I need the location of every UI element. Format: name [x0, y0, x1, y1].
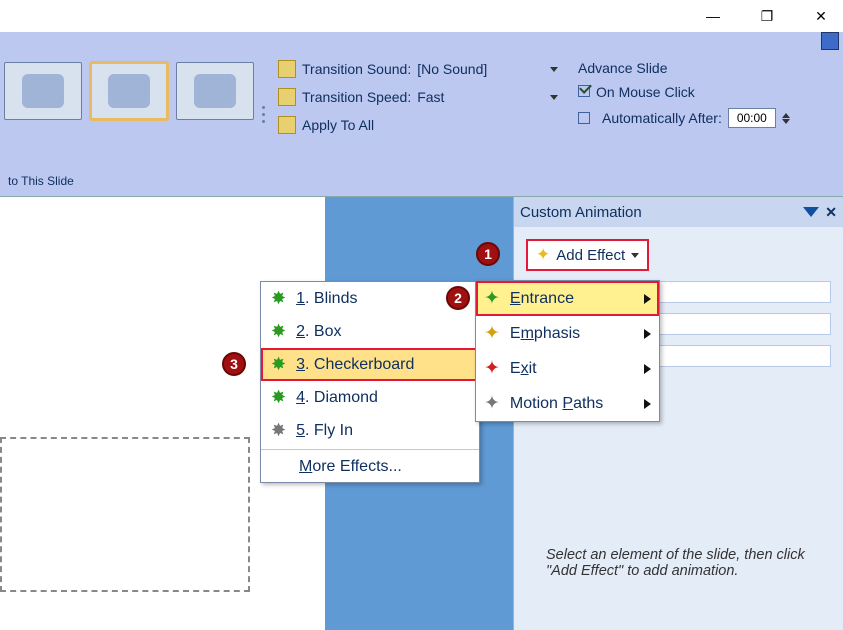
- effect-label: 4. Diamond: [296, 389, 378, 407]
- chevron-down-icon: [631, 253, 639, 258]
- callout-3: 3: [222, 352, 246, 376]
- category-label: Motion Paths: [510, 395, 603, 413]
- star-icon: ✦: [536, 245, 550, 265]
- placeholder-selection[interactable]: [0, 437, 250, 592]
- transition-speed-label: Transition Speed:: [302, 89, 411, 105]
- more-effects-label: More Effects...: [299, 458, 402, 476]
- transition-thumb[interactable]: [4, 62, 82, 120]
- close-button[interactable]: ✕: [809, 4, 833, 28]
- minimize-button[interactable]: —: [701, 4, 725, 28]
- star-icon: ✦: [484, 287, 500, 310]
- spinner-up-icon[interactable]: [782, 113, 790, 118]
- effect-icon: ✸: [271, 354, 286, 375]
- add-effect-button[interactable]: ✦ Add Effect: [526, 239, 649, 271]
- transition-thumb[interactable]: [176, 62, 254, 120]
- effect-category-menu: ✦ Entrance ✦ Emphasis ✦ Exit ✦ Motion Paths: [475, 280, 660, 422]
- effect-icon: ✸: [271, 288, 286, 309]
- arrow-right-icon: [644, 364, 651, 374]
- effect-diamond[interactable]: ✸ 4. Diamond: [261, 381, 479, 414]
- category-label: Entrance: [510, 290, 574, 308]
- effect-label: 2. Box: [296, 323, 341, 341]
- transition-gallery[interactable]: [0, 54, 258, 174]
- spinner-down-icon[interactable]: [782, 119, 790, 124]
- callout-1: 1: [476, 242, 500, 266]
- star-icon: ✦: [484, 357, 500, 380]
- auto-after-row[interactable]: Automatically After:: [578, 108, 790, 128]
- more-effects-item[interactable]: More Effects...: [261, 452, 479, 482]
- maximize-button[interactable]: ❐: [755, 4, 779, 28]
- speed-icon: [278, 88, 296, 106]
- arrow-right-icon: [644, 399, 651, 409]
- ribbon: Transition Sound: [No Sound] Transition …: [0, 32, 843, 197]
- add-effect-label: Add Effect: [556, 247, 625, 264]
- sound-icon: [278, 60, 296, 78]
- apply-to-all-button[interactable]: Apply To All: [278, 116, 558, 134]
- on-mouse-click-label: On Mouse Click: [596, 84, 695, 100]
- effect-label: 1. Blinds: [296, 290, 357, 308]
- help-icon[interactable]: [821, 32, 839, 50]
- auto-after-label: Automatically After:: [602, 110, 722, 126]
- star-icon: ✦: [484, 322, 500, 345]
- category-exit[interactable]: ✦ Exit: [476, 351, 659, 386]
- effect-label: 3. Checkerboard: [296, 356, 414, 374]
- category-motion-paths[interactable]: ✦ Motion Paths: [476, 386, 659, 421]
- category-emphasis[interactable]: ✦ Emphasis: [476, 316, 659, 351]
- effect-fly-in[interactable]: ✸ 5. Fly In: [261, 414, 479, 447]
- gallery-more-icon[interactable]: [258, 54, 268, 174]
- category-label: Exit: [510, 360, 537, 378]
- effect-box[interactable]: ✸ 2. Box: [261, 315, 479, 348]
- apply-all-icon: [278, 116, 296, 134]
- effect-label: 5. Fly In: [296, 422, 353, 440]
- arrow-right-icon: [644, 329, 651, 339]
- transition-sound-value: [No Sound]: [417, 61, 487, 77]
- chevron-down-icon[interactable]: [550, 95, 558, 100]
- transition-thumb-selected[interactable]: [90, 62, 168, 120]
- arrow-right-icon: [644, 294, 651, 304]
- effect-checkerboard[interactable]: ✸ 3. Checkerboard: [261, 348, 479, 381]
- category-label: Emphasis: [510, 325, 580, 343]
- transition-sound-label: Transition Sound:: [302, 61, 411, 77]
- effect-icon: ✸: [271, 321, 286, 342]
- transition-speed-value: Fast: [417, 89, 444, 105]
- chevron-down-icon[interactable]: [550, 67, 558, 72]
- chevron-down-icon[interactable]: [803, 207, 819, 217]
- category-entrance[interactable]: ✦ Entrance: [476, 281, 659, 316]
- effect-icon: ✸: [271, 387, 286, 408]
- taskpane-hint: Select an element of the slide, then cli…: [526, 547, 831, 579]
- on-mouse-click-checkbox[interactable]: On Mouse Click: [578, 84, 790, 100]
- ribbon-group-label: to This Slide: [0, 174, 843, 188]
- advance-slide-title: Advance Slide: [578, 60, 790, 76]
- effect-icon: ✸: [271, 420, 286, 441]
- window-titlebar: — ❐ ✕: [0, 0, 843, 32]
- transition-sound-row[interactable]: Transition Sound: [No Sound]: [278, 60, 558, 78]
- transition-speed-row[interactable]: Transition Speed: Fast: [278, 88, 558, 106]
- apply-to-all-label: Apply To All: [302, 117, 374, 133]
- callout-2: 2: [446, 286, 470, 310]
- entrance-effects-menu: ✸ 1. Blinds ✸ 2. Box ✸ 3. Checkerboard ✸ 4. Dia…: [260, 281, 480, 483]
- auto-after-input[interactable]: [728, 108, 776, 128]
- star-icon: ✦: [484, 392, 500, 415]
- taskpane-title: Custom Animation: [520, 204, 642, 221]
- close-icon[interactable]: ✕: [825, 204, 837, 221]
